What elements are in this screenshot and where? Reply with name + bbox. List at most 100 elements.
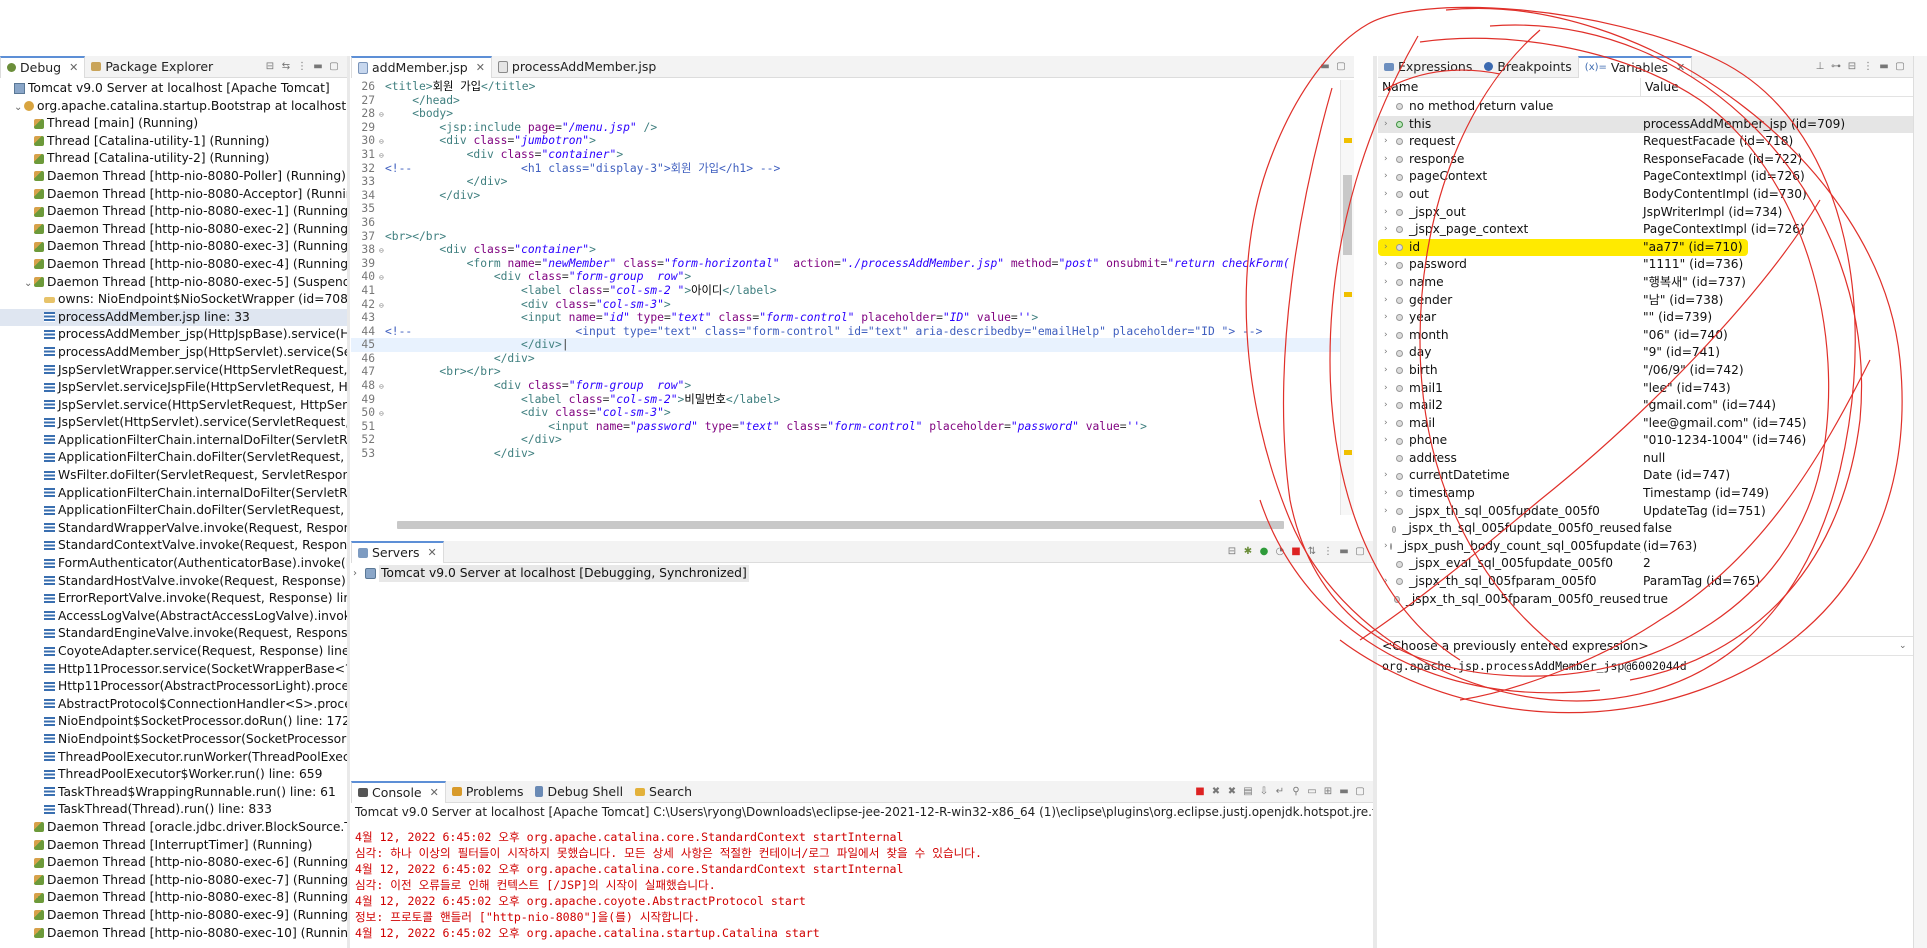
code-line[interactable]: 43 <input name="id" type="text" class="f…: [351, 311, 1340, 325]
close-icon[interactable]: ✕: [430, 786, 439, 799]
chevron-right-icon[interactable]: ›: [1384, 204, 1394, 222]
thread-item[interactable]: Daemon Thread [http-nio-8080-exec-8] (Ru…: [0, 889, 347, 907]
variable-row[interactable]: › mail "lee@gmail.com" (id=745): [1378, 415, 1913, 433]
remove-all-icon[interactable]: ✖: [1227, 786, 1237, 797]
stack-frame[interactable]: TaskThread(Thread).run() line: 833: [0, 801, 347, 819]
expression-combo[interactable]: <Choose a previously entered expression>…: [1378, 637, 1913, 656]
variable-row[interactable]: › response ResponseFacade (id=722): [1378, 151, 1913, 169]
stack-frame[interactable]: StandardHostValve.invoke(Request, Respon…: [0, 573, 347, 591]
tab-processaddmember-jsp[interactable]: processAddMember.jsp: [492, 56, 662, 78]
debug-server-icon[interactable]: ✱: [1243, 546, 1253, 557]
stack-frame[interactable]: ApplicationFilterChain.doFilter(ServletR…: [0, 502, 347, 520]
pin-console-icon[interactable]: ⚲: [1291, 786, 1301, 797]
code-line[interactable]: 46 </div>: [351, 352, 1340, 366]
code-line[interactable]: 34 </div>: [351, 189, 1340, 203]
minimize-icon[interactable]: ▬: [1879, 61, 1889, 72]
tab-debug[interactable]: Debug ✕: [0, 56, 86, 78]
chevron-right-icon[interactable]: ›: [1384, 186, 1394, 204]
profile-server-icon[interactable]: ◔: [1275, 546, 1285, 557]
thread-item[interactable]: Daemon Thread [http-nio-8080-Acceptor] (…: [0, 186, 347, 204]
thread-item[interactable]: Daemon Thread [InterruptTimer] (Running): [0, 837, 347, 855]
thread-item[interactable]: Daemon Thread [http-nio-8080-exec-10] (R…: [0, 925, 347, 943]
code-line[interactable]: 28 ⊖ <body>: [351, 107, 1340, 121]
stack-frame[interactable]: StandardEngineValve.invoke(Request, Resp…: [0, 625, 347, 643]
publish-icon[interactable]: ⇅: [1307, 546, 1317, 557]
chevron-right-icon[interactable]: ›: [1384, 573, 1394, 591]
word-wrap-icon[interactable]: ↵: [1275, 786, 1285, 797]
tab-expressions[interactable]: Expressions: [1378, 56, 1478, 78]
variable-row[interactable]: › currentDatetime Date (id=747): [1378, 467, 1913, 485]
sash-vertical-middle[interactable]: [1373, 56, 1377, 948]
stack-frame[interactable]: NioEndpoint$SocketProcessor(SocketProces…: [0, 731, 347, 749]
chevron-right-icon[interactable]: ›: [1384, 274, 1394, 292]
detail-text[interactable]: org.apache.jsp.processAddMember_jsp@6002…: [1378, 656, 1913, 676]
stack-frame[interactable]: TaskThread$WrappingRunnable.run() line: …: [0, 784, 347, 802]
maximize-icon[interactable]: ▢: [1336, 61, 1346, 72]
variable-row[interactable]: › password "1111" (id=736): [1378, 256, 1913, 274]
thread-item[interactable]: Daemon Thread [http-nio-8080-exec-4] (Ru…: [0, 256, 347, 274]
start-server-icon[interactable]: ●: [1259, 546, 1269, 557]
maximize-icon[interactable]: ▢: [329, 61, 339, 72]
variable-row[interactable]: › request RequestFacade (id=718): [1378, 133, 1913, 151]
code-line[interactable]: 49 <label class="col-sm-2">비밀번호</label>: [351, 393, 1340, 407]
close-icon[interactable]: ✕: [428, 546, 437, 559]
code-line[interactable]: 27 </head>: [351, 94, 1340, 108]
code-line[interactable]: 26 <title>회원 가입</title>: [351, 80, 1340, 94]
tab-servers[interactable]: Servers ✕: [351, 541, 444, 563]
variable-row[interactable]: › mail1 "lee" (id=743): [1378, 380, 1913, 398]
variable-row[interactable]: › year "" (id=739): [1378, 309, 1913, 327]
variable-row[interactable]: › mail2 "gmail.com" (id=744): [1378, 397, 1913, 415]
code-line[interactable]: 47 <br></br>: [351, 365, 1340, 379]
vertical-scrollbar[interactable]: [1343, 175, 1352, 255]
stop-server-icon[interactable]: ■: [1291, 546, 1301, 557]
view-menu-icon[interactable]: ⋮: [1863, 61, 1873, 72]
chevron-right-icon[interactable]: ›: [1384, 133, 1394, 151]
new-console-icon[interactable]: ⊞: [1323, 786, 1333, 797]
chevron-right-icon[interactable]: ›: [1384, 344, 1394, 362]
chevron-right-icon[interactable]: ›: [1384, 292, 1394, 310]
stack-frame[interactable]: JspServletWrapper.service(HttpServletReq…: [0, 362, 347, 380]
code-line[interactable]: 48 ⊖ <div class="form-group row">: [351, 379, 1340, 393]
close-icon[interactable]: ✕: [69, 61, 78, 74]
variable-row[interactable]: › timestamp Timestamp (id=749): [1378, 485, 1913, 503]
chevron-right-icon[interactable]: ›: [1384, 467, 1394, 485]
code-line[interactable]: 30 ⊖ <div class="jumbotron">: [351, 134, 1340, 148]
stack-frame[interactable]: FormAuthenticator(AuthenticatorBase).inv…: [0, 555, 347, 573]
stack-frame[interactable]: StandardContextValve.invoke(Request, Res…: [0, 537, 347, 555]
stack-frame[interactable]: ApplicationFilterChain.internalDoFilter(…: [0, 432, 347, 450]
stack-frame[interactable]: ApplicationFilterChain.doFilter(ServletR…: [0, 449, 347, 467]
variable-row[interactable]: › _jspx_push_body_count_sql_005fupdate_00…: [1378, 538, 1913, 556]
collapse-icon[interactable]: ⊟: [1227, 546, 1237, 557]
variable-row[interactable]: › out BodyContentImpl (id=730): [1378, 186, 1913, 204]
variable-row[interactable]: › phone "010-1234-1004" (id=746): [1378, 432, 1913, 450]
stack-frame[interactable]: processAddMember_jsp(HttpJspBase).servic…: [0, 326, 347, 344]
stack-frame[interactable]: Http11Processor(AbstractProcessorLight).…: [0, 678, 347, 696]
stack-frame[interactable]: AbstractProtocol$ConnectionHandler<S>.pr…: [0, 696, 347, 714]
code-line[interactable]: 31 ⊖ <div class="container">: [351, 148, 1340, 162]
code-line[interactable]: 29 <jsp:include page="/menu.jsp" />: [351, 121, 1340, 135]
stack-frame[interactable]: WsFilter.doFilter(ServletRequest, Servle…: [0, 467, 347, 485]
terminate-icon[interactable]: ■: [1195, 786, 1205, 797]
tab-addmember-jsp[interactable]: addMember.jsp ✕: [351, 56, 492, 78]
link-icon[interactable]: ⇆: [281, 61, 291, 72]
chevron-right-icon[interactable]: ›: [1384, 485, 1394, 503]
stack-frame[interactable]: CoyoteAdapter.service(Request, Response)…: [0, 643, 347, 661]
tab-console[interactable]: Console ✕: [351, 781, 446, 803]
chevron-right-icon[interactable]: ›: [1384, 221, 1394, 239]
thread-item[interactable]: Daemon Thread [oracle.jdbc.driver.BlockS…: [0, 819, 347, 837]
stack-frame[interactable]: StandardWrapperValve.invoke(Request, Res…: [0, 520, 347, 538]
stack-frame[interactable]: ThreadPoolExecutor$Worker.run() line: 65…: [0, 766, 347, 784]
chevron-right-icon[interactable]: ›: [1384, 239, 1394, 257]
code-line[interactable]: 44 <!-- <input type="text" class="form-co…: [351, 325, 1340, 339]
chevron-right-icon[interactable]: ›: [1384, 503, 1394, 521]
tree-twisty-icon[interactable]: ⌄: [24, 275, 34, 293]
stack-frame[interactable]: NioEndpoint$SocketProcessor.doRun() line…: [0, 713, 347, 731]
stack-frame[interactable]: ThreadPoolExecutor.runWorker(ThreadPoolE…: [0, 749, 347, 767]
minimize-icon[interactable]: ▬: [313, 61, 323, 72]
minimize-icon[interactable]: ▬: [1320, 61, 1330, 72]
variable-row[interactable]: › _jspx_th_sql_005fparam_005f0 ParamTag (i…: [1378, 573, 1913, 591]
code-line[interactable]: 50 ⊖ <div class="col-sm-3">: [351, 406, 1340, 420]
code-line[interactable]: 35: [351, 202, 1340, 216]
scroll-lock-icon[interactable]: ⇩: [1259, 786, 1269, 797]
thread-item[interactable]: Thread [Catalina-utility-1] (Running): [0, 133, 347, 151]
